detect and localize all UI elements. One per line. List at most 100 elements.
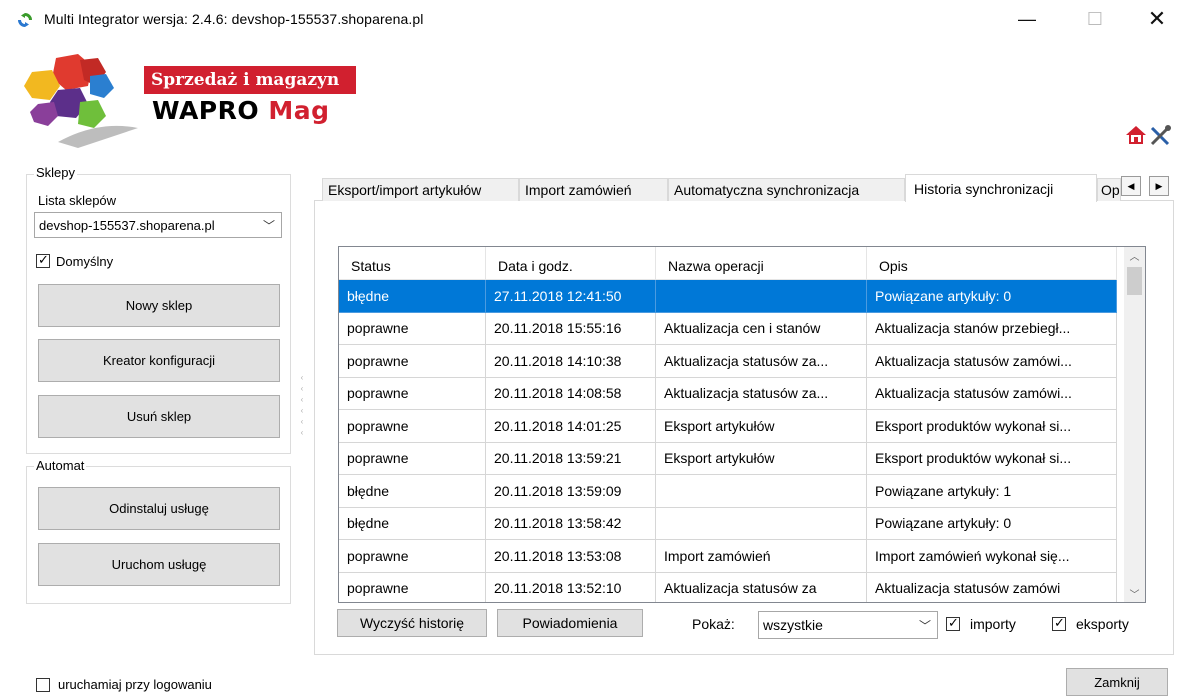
notifications-button[interactable]: Powiadomienia <box>497 609 643 637</box>
close-button[interactable]: Zamknij <box>1066 668 1168 696</box>
default-shop-checkbox[interactable] <box>36 252 50 268</box>
cell-date: 20.11.2018 14:08:58 <box>486 377 656 410</box>
tab-scroll-right-icon[interactable]: ▶ <box>1149 176 1169 196</box>
tab-auto-sync[interactable]: Automatyczna synchronizacja <box>668 178 905 201</box>
tab-strip: Eksport/import artykułów Import zamówień… <box>322 174 1177 202</box>
chevron-down-icon: ﹀ <box>262 218 275 233</box>
table-header: Status Data i godz. Nazwa operacji Opis <box>339 247 1117 280</box>
tab-export-import[interactable]: Eksport/import artykułów <box>322 178 519 201</box>
minimize-button[interactable]: — <box>1004 0 1050 38</box>
panel-splitter[interactable]: ‹ ‹ ‹ ‹ ‹ ‹ <box>298 372 306 442</box>
cell-date: 20.11.2018 13:59:09 <box>486 475 656 508</box>
tab-import-orders[interactable]: Import zamówień <box>519 178 668 201</box>
header-tools <box>1126 125 1171 146</box>
cell-description: Aktualizacja statusów zamówi... <box>867 377 1117 410</box>
column-header-description[interactable]: Opis <box>867 247 1117 280</box>
imports-checkbox[interactable] <box>946 615 960 631</box>
new-shop-button[interactable]: Nowy sklep <box>38 284 280 327</box>
table-scrollbar[interactable]: ︿ ﹀ <box>1124 247 1145 602</box>
uninstall-service-button[interactable]: Odinstaluj usługę <box>38 487 280 530</box>
shops-legend: Sklepy <box>34 165 78 180</box>
cell-description: Powiązane artykuły: 1 <box>867 475 1117 508</box>
tab-options[interactable]: Op <box>1097 178 1121 201</box>
automat-legend: Automat <box>34 458 87 473</box>
cell-description: Import zamówień wykonał się... <box>867 540 1117 573</box>
table-row[interactable]: błędne 20.11.2018 13:58:42 Powiązane art… <box>339 507 1117 540</box>
cell-status: poprawne <box>339 312 486 345</box>
maximize-button[interactable]: ☐ <box>1072 0 1118 38</box>
exports-checkbox[interactable] <box>1052 615 1066 631</box>
autostart-checkbox[interactable] <box>36 678 50 692</box>
column-header-operation[interactable]: Nazwa operacji <box>656 247 867 280</box>
cell-status: poprawne <box>339 442 486 475</box>
cell-date: 20.11.2018 13:52:10 <box>486 572 656 602</box>
chevron-down-icon: ﹀ <box>918 618 931 633</box>
table-row[interactable]: błędne 20.11.2018 13:59:09 Powiązane art… <box>339 475 1117 508</box>
cell-operation: Aktualizacja statusów za... <box>656 345 867 378</box>
tab-scroll-left-icon[interactable]: ◀ <box>1121 176 1141 196</box>
brand-name-part1: WAPRO <box>152 96 260 125</box>
wapro-logo-icon <box>24 54 138 148</box>
cell-date: 20.11.2018 13:53:08 <box>486 540 656 573</box>
chevron-down-icon[interactable]: ﹀ <box>1124 585 1145 602</box>
config-wizard-button[interactable]: Kreator konfiguracji <box>38 339 280 382</box>
cell-description: Powiązane artykuły: 0 <box>867 280 1117 313</box>
title-bar: Multi Integrator wersja: 2.4.6: devshop-… <box>0 0 1186 40</box>
cell-operation: Eksport artykułów <box>656 410 867 443</box>
imports-label: importy <box>970 616 1016 632</box>
cell-operation: Import zamówień <box>656 540 867 573</box>
brand-tagline: Sprzedaż i magazyn <box>144 66 356 94</box>
table-row[interactable]: poprawne 20.11.2018 14:10:38 Aktualizacj… <box>339 345 1117 378</box>
table-row[interactable]: poprawne 20.11.2018 13:59:21 Eksport art… <box>339 442 1117 475</box>
cell-description: Powiązane artykuły: 0 <box>867 507 1117 540</box>
delete-shop-button[interactable]: Usuń sklep <box>38 395 280 438</box>
cell-status: poprawne <box>339 540 486 573</box>
cell-description: Aktualizacja stanów przebiegł... <box>867 312 1117 345</box>
brand-name: WAPRO Mag <box>152 96 330 125</box>
close-window-button[interactable]: ✕ <box>1134 0 1180 38</box>
table-row[interactable]: poprawne 20.11.2018 14:08:58 Aktualizacj… <box>339 377 1117 410</box>
table-row[interactable]: poprawne 20.11.2018 13:53:08 Import zamó… <box>339 540 1117 573</box>
scrollbar-thumb[interactable] <box>1127 267 1142 295</box>
column-header-status[interactable]: Status <box>339 247 486 280</box>
cell-date: 20.11.2018 14:10:38 <box>486 345 656 378</box>
show-filter-label: Pokaż: <box>692 616 735 632</box>
cell-description: Aktualizacja statusów zamówi <box>867 572 1117 602</box>
cell-date: 27.11.2018 12:41:50 <box>486 280 656 313</box>
column-header-date[interactable]: Data i godz. <box>486 247 656 280</box>
cell-operation: Eksport artykułów <box>656 442 867 475</box>
cell-date: 20.11.2018 13:58:42 <box>486 507 656 540</box>
shop-list-label: Lista sklepów <box>38 193 117 208</box>
table-row[interactable]: poprawne 20.11.2018 13:52:10 Aktualizacj… <box>339 572 1117 602</box>
cell-status: poprawne <box>339 572 486 602</box>
cell-status: poprawne <box>339 377 486 410</box>
cell-operation: Aktualizacja statusów za <box>656 572 867 602</box>
table-row[interactable]: poprawne 20.11.2018 14:01:25 Eksport art… <box>339 410 1117 443</box>
tools-icon[interactable] <box>1150 125 1171 146</box>
brand-name-part2: Mag <box>268 96 330 125</box>
refresh-arrows-icon <box>18 13 32 27</box>
cell-operation <box>656 507 867 540</box>
clear-history-button[interactable]: Wyczyść historię <box>337 609 487 637</box>
cell-status: poprawne <box>339 410 486 443</box>
cell-status: błędne <box>339 507 486 540</box>
table-row[interactable]: błędne 27.11.2018 12:41:50 Powiązane art… <box>339 280 1117 313</box>
chevron-up-icon[interactable]: ︿ <box>1124 247 1145 264</box>
history-table: Status Data i godz. Nazwa operacji Opis … <box>338 246 1146 603</box>
autostart-label: uruchamiaj przy logowaniu <box>58 677 212 692</box>
window-title: Multi Integrator wersja: 2.4.6: devshop-… <box>44 11 424 27</box>
home-icon[interactable] <box>1126 126 1146 144</box>
cell-date: 20.11.2018 15:55:16 <box>486 312 656 345</box>
shop-select-value: devshop-155537.shoparena.pl <box>39 217 215 233</box>
table-row[interactable]: poprawne 20.11.2018 15:55:16 Aktualizacj… <box>339 312 1117 345</box>
cell-description: Eksport produktów wykonał si... <box>867 410 1117 443</box>
cell-operation <box>656 280 867 313</box>
tab-sync-history[interactable]: Historia synchronizacji <box>905 174 1097 202</box>
cell-status: poprawne <box>339 345 486 378</box>
start-service-button[interactable]: Uruchom usługę <box>38 543 280 586</box>
shop-select[interactable]: devshop-155537.shoparena.pl ﹀ <box>34 212 282 238</box>
cell-description: Eksport produktów wykonał si... <box>867 442 1117 475</box>
show-filter-select[interactable]: wszystkie ﹀ <box>758 611 938 639</box>
default-shop-label: Domyślny <box>56 254 114 269</box>
exports-label: eksporty <box>1076 616 1129 632</box>
